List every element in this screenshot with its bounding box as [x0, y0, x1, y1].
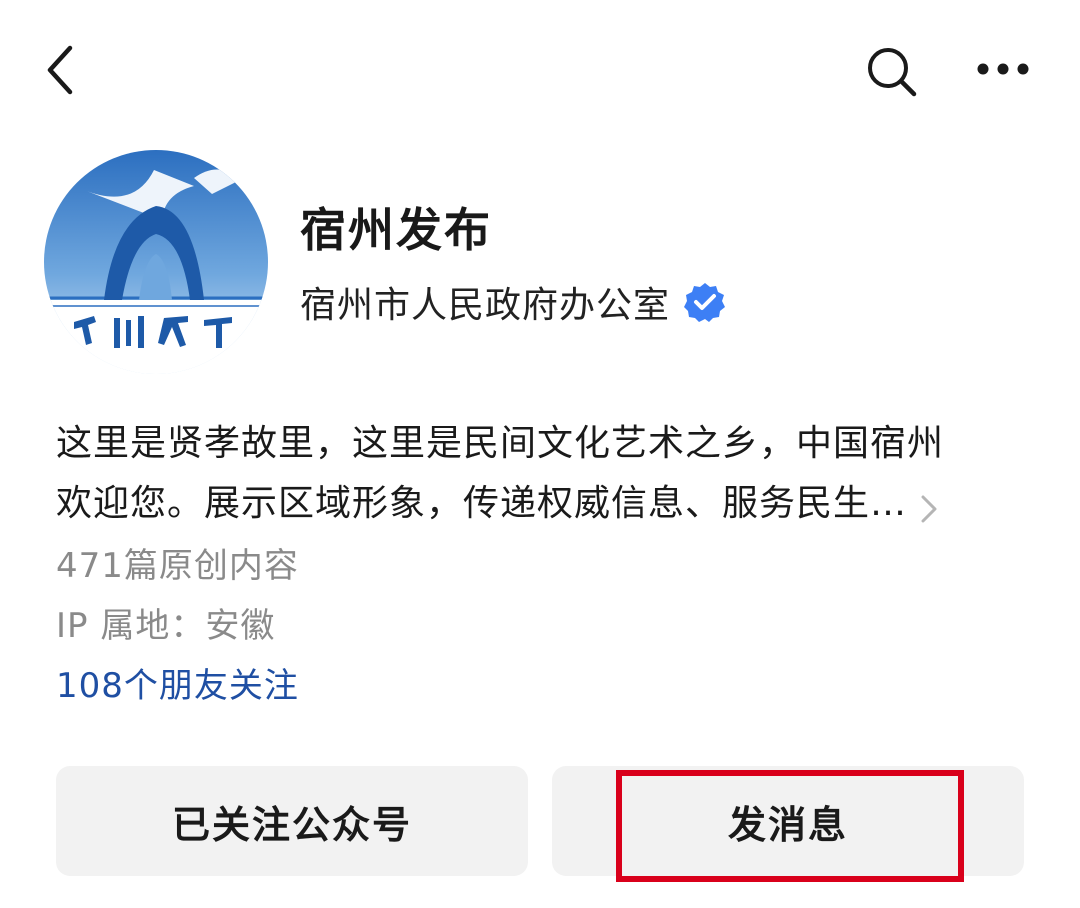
- original-content-count: 471篇原创内容: [56, 546, 299, 586]
- account-description[interactable]: 这里是贤孝故里，这里是民间文化艺术之乡，中国宿州 欢迎您。展示区域形象，传递权威…: [56, 414, 1016, 534]
- description-line-2: 欢迎您。展示区域形象，传递权威信息、服务民生…: [56, 474, 1016, 534]
- send-message-button[interactable]: 发消息: [552, 766, 1024, 876]
- friends-following-link[interactable]: 108个朋友关注: [56, 660, 299, 712]
- search-icon[interactable]: [864, 44, 920, 100]
- chevron-right-icon[interactable]: [917, 486, 941, 523]
- organization-row: 宿州市人民政府办公室: [300, 274, 726, 330]
- avatar[interactable]: [44, 150, 268, 374]
- account-name: 宿州发布: [300, 203, 492, 257]
- followed-account-button[interactable]: 已关注公众号: [56, 766, 528, 876]
- description-line-1: 这里是贤孝故里，这里是民间文化艺术之乡，中国宿州: [56, 423, 945, 464]
- ip-location: IP 属地：安徽: [56, 606, 276, 646]
- description-line-2-text: 欢迎您。展示区域形象，传递权威信息、服务民生…: [56, 483, 908, 524]
- back-icon[interactable]: [38, 42, 88, 98]
- organization-name: 宿州市人民政府办公室: [300, 285, 671, 326]
- verified-badge-icon: [684, 281, 726, 323]
- more-icon[interactable]: [972, 52, 1034, 86]
